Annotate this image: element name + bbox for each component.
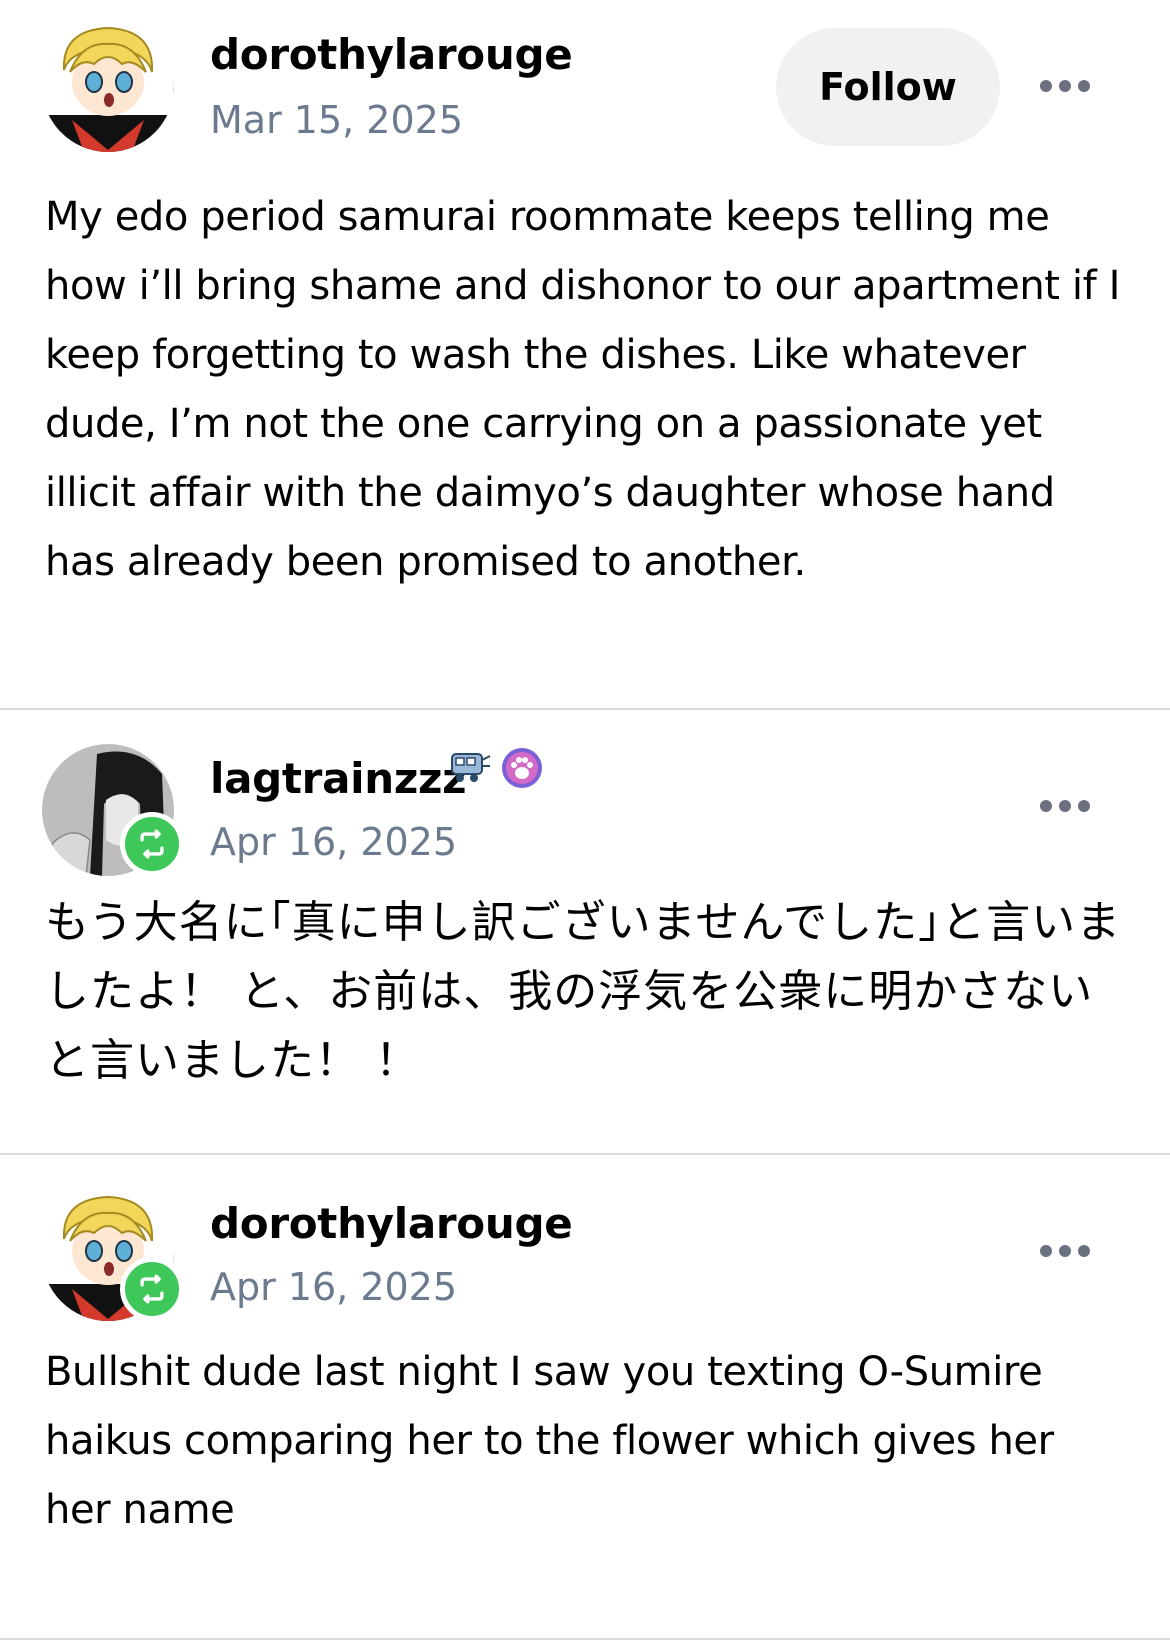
post-date: Mar 15, 2025 [210,98,463,142]
username[interactable]: lagtrainzzz [210,754,467,803]
post-body: My edo period samurai roommate keeps tel… [45,194,1120,585]
post-date: Apr 16, 2025 [210,820,458,864]
username[interactable]: dorothylarouge [210,30,573,79]
post-body: Bullshit dude last night I saw you texti… [45,1349,1054,1533]
more-options-icon[interactable] [1030,56,1100,116]
paw-badge-icon [502,748,542,788]
post-date: Apr 16, 2025 [210,1265,458,1309]
more-options-icon[interactable] [1030,776,1100,836]
reblog-icon [120,1257,184,1321]
reblog-icon [120,812,184,876]
train-badge-icon [451,753,491,782]
user-badges [446,746,544,790]
avatar[interactable] [42,744,184,876]
more-options-icon[interactable] [1030,1221,1100,1281]
username[interactable]: dorothylarouge [210,1199,573,1248]
post-body: もう大名に｢真に申し訳ございませんでした｣と言いましたよ！ と、お前は、我の浮気… [45,897,1122,1086]
avatar[interactable] [42,20,174,152]
post: dorothylarouge Mar 15, 2025 Follow My ed… [0,0,1170,710]
avatar[interactable] [42,1189,184,1321]
avatar-image [42,20,174,152]
post: dorothylarouge Apr 16, 2025 Bullshit dud… [0,1155,1170,1640]
follow-button[interactable]: Follow [776,28,1000,146]
post: lagtrainzzz Apr 16, 2025 もう大名に｢真に申し訳ございま… [0,710,1170,1155]
